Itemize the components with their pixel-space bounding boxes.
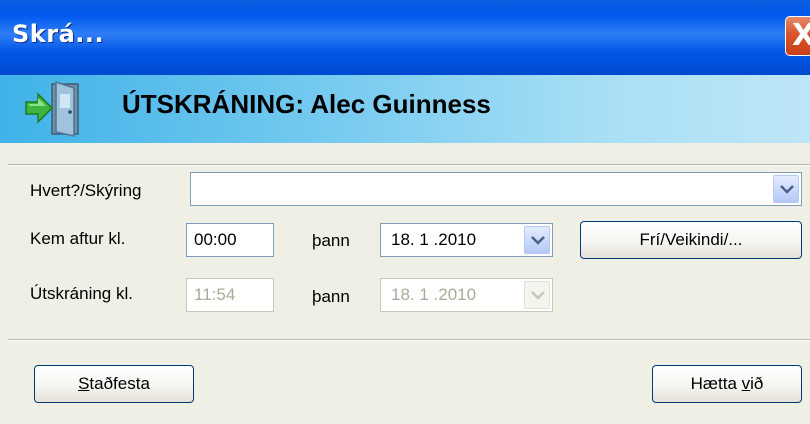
dialog-body: Hvert?/Skýring Kem aftur kl. 00:00 þann … <box>0 143 810 424</box>
checkout-date-label: þann <box>312 287 350 306</box>
title-bar[interactable]: Skrá... X <box>0 0 810 75</box>
reason-dropdown-button[interactable] <box>773 175 799 203</box>
checkout-date-value: 18. 1 .2010 <box>391 285 477 304</box>
reason-label: Hvert?/Skýring <box>30 181 142 200</box>
return-date-value: 18. 1 .2010 <box>391 230 477 249</box>
checkout-date-dropdown-button <box>524 281 550 309</box>
checkout-time-label: Útskráning kl. <box>30 284 133 303</box>
door-exit-icon <box>25 80 79 137</box>
close-icon: X <box>792 18 810 53</box>
cancel-label-rest: ið <box>750 374 764 393</box>
return-date-label: þann <box>312 231 350 250</box>
header-band: ÚTSKRÁNING: Alec Guinness <box>0 75 810 143</box>
checkout-time-input: 11:54 <box>186 278 274 312</box>
chevron-down-icon <box>531 291 545 300</box>
checkout-date-picker: 18. 1 .2010 <box>380 278 553 312</box>
return-date-dropdown-button[interactable] <box>524 226 550 254</box>
cancel-label-prefix: Hætta <box>690 374 742 393</box>
return-time-input[interactable]: 00:00 <box>186 223 274 257</box>
return-time-label: Kem aftur kl. <box>30 229 126 248</box>
return-time-value: 00:00 <box>194 230 237 249</box>
reason-combobox[interactable] <box>190 172 802 206</box>
bottom-divider <box>8 339 810 341</box>
header-title: ÚTSKRÁNING: Alec Guinness <box>122 89 491 119</box>
cancel-mnemonic: v <box>741 374 751 393</box>
window-title: Skrá... <box>12 20 105 48</box>
cancel-button[interactable]: Hætta við <box>652 365 802 403</box>
confirm-mnemonic: S <box>78 374 90 393</box>
return-date-picker[interactable]: 18. 1 .2010 <box>380 223 553 257</box>
confirm-label: taðfesta <box>89 374 150 393</box>
chevron-down-icon <box>780 185 794 194</box>
confirm-button[interactable]: Staðfesta <box>34 365 194 403</box>
chevron-down-icon <box>531 236 545 245</box>
leave-sick-button[interactable]: Frí/Veikindi/... <box>580 221 802 259</box>
top-divider <box>8 164 810 166</box>
checkout-time-value: 11:54 <box>194 285 236 304</box>
checkout-dialog: Skrá... X ÚTSKRÁNING: Alec Guinness Hver… <box>0 0 810 424</box>
close-button[interactable]: X <box>785 16 810 56</box>
